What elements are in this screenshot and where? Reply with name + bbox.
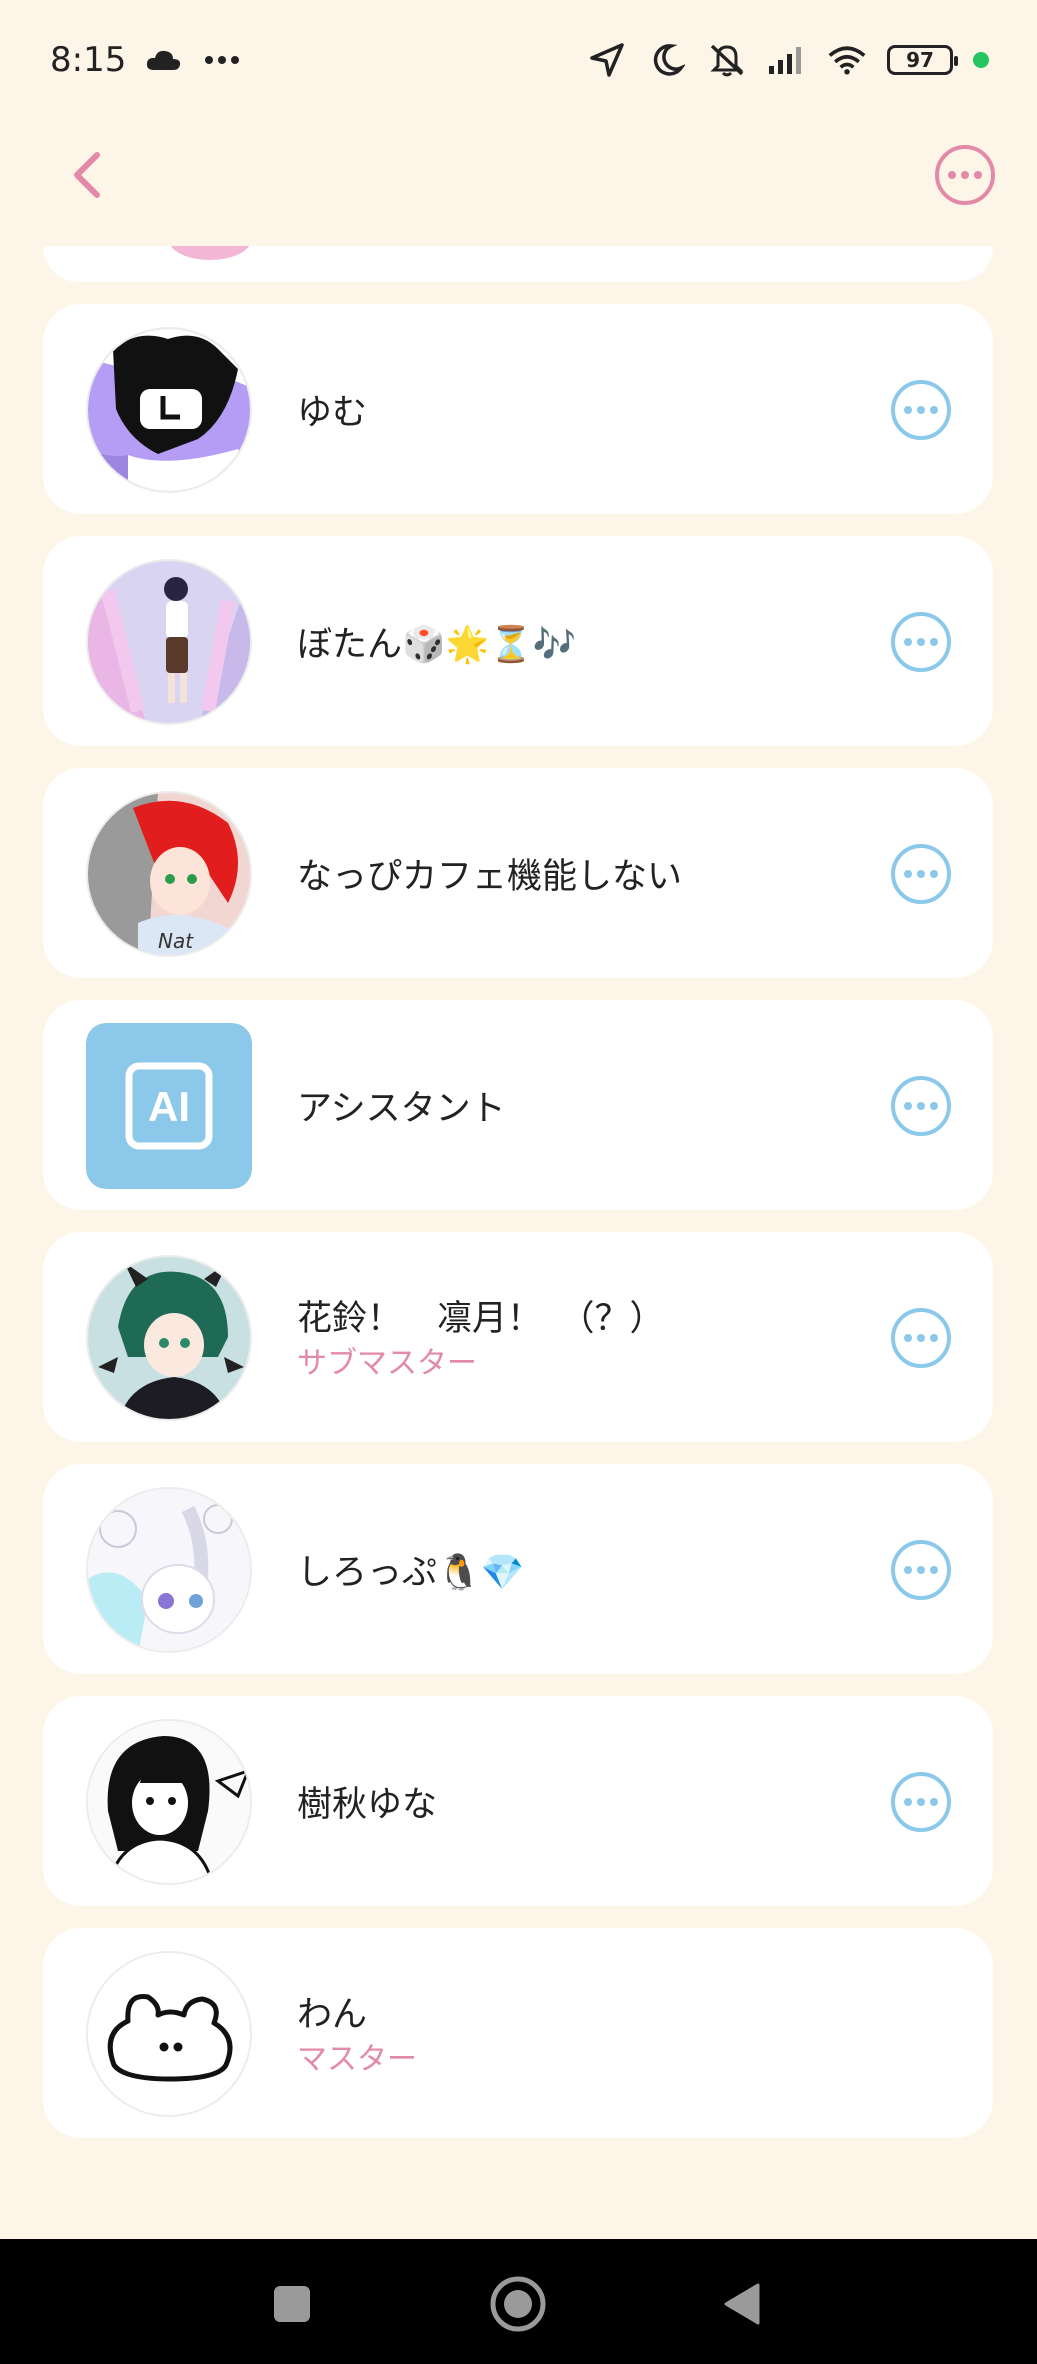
member-more-button[interactable] <box>889 1074 953 1138</box>
more-circle-icon <box>935 145 995 205</box>
avatar <box>86 1719 252 1885</box>
member-card[interactable]: わん マスター <box>43 1928 993 2138</box>
battery-indicator: 97 <box>887 45 958 75</box>
system-nav-bar <box>0 2239 1037 2364</box>
more-circle-icon <box>891 1076 951 1136</box>
more-dots-icon <box>202 40 242 80</box>
member-card[interactable]: ぼたん🎲🌟⏳🎶 <box>43 536 993 746</box>
member-name: 樹秋ゆな <box>297 1785 438 1825</box>
member-card[interactable]: 花鈴！ 凛月！ （？） サブマスター <box>43 1232 993 1442</box>
ai-badge-avatar: AI <box>86 1023 252 1189</box>
home-circle-icon <box>490 2276 546 2332</box>
member-name: ゆむ <box>297 393 368 433</box>
svg-text:Nat: Nat <box>158 929 194 953</box>
signal-icon <box>767 40 807 80</box>
member-name: 花鈴！ 凛月！ （？） <box>297 1299 665 1339</box>
avatar <box>86 1951 252 2117</box>
member-role: マスター <box>297 2042 417 2077</box>
avatar: Nat <box>86 791 252 957</box>
avatar <box>86 559 252 725</box>
recents-button[interactable] <box>262 2274 322 2334</box>
member-name: わん <box>297 1995 368 2035</box>
home-button[interactable] <box>488 2274 548 2334</box>
avatar <box>86 1487 252 1653</box>
member-more-button[interactable] <box>889 842 953 906</box>
member-more-button[interactable] <box>889 378 953 442</box>
status-time: 8:15 <box>50 40 127 80</box>
privacy-dot <box>973 52 989 68</box>
back-button[interactable] <box>52 140 122 210</box>
member-role: サブマスター <box>297 1346 477 1381</box>
avatar <box>86 327 252 493</box>
member-name: なっぴカフェ機能しない <box>297 857 683 897</box>
member-card[interactable]: ゆむ <box>43 304 993 514</box>
member-card[interactable]: 樹秋ゆな <box>43 1696 993 1906</box>
location-arrow-icon <box>587 40 627 80</box>
triangle-back-icon <box>724 2283 760 2325</box>
status-bar: 8:15 97 <box>0 0 1037 120</box>
more-circle-icon <box>891 844 951 904</box>
header-more-button[interactable] <box>933 143 997 207</box>
member-card[interactable]: Nat なっぴカフェ機能しない <box>43 768 993 978</box>
wifi-icon <box>827 40 867 80</box>
more-circle-icon <box>891 612 951 672</box>
moon-icon <box>647 40 687 80</box>
back-nav-button[interactable] <box>712 2274 772 2334</box>
top-bar <box>0 120 1037 230</box>
member-name: ぼたん🎲🌟⏳🎶 <box>297 625 577 665</box>
member-more-button[interactable] <box>889 1770 953 1834</box>
member-name: しろっぷ🐧💎 <box>297 1553 525 1593</box>
avatar <box>86 1255 252 1421</box>
member-name: アシスタント <box>297 1089 506 1129</box>
chevron-left-icon <box>74 152 100 198</box>
square-icon <box>274 2286 310 2322</box>
more-circle-icon <box>891 1308 951 1368</box>
member-card[interactable]: AI アシスタント <box>43 1000 993 1210</box>
more-circle-icon <box>891 1540 951 1600</box>
more-circle-icon <box>891 380 951 440</box>
member-more-button[interactable] <box>889 1306 953 1370</box>
more-circle-icon <box>891 1772 951 1832</box>
ai-badge-text: AI <box>148 1083 190 1130</box>
member-card[interactable]: しろっぷ🐧💎 <box>43 1464 993 1674</box>
member-more-button[interactable] <box>889 1538 953 1602</box>
member-more-button[interactable] <box>889 610 953 674</box>
vibrate-off-icon <box>707 40 747 80</box>
cloud-icon <box>144 40 184 80</box>
